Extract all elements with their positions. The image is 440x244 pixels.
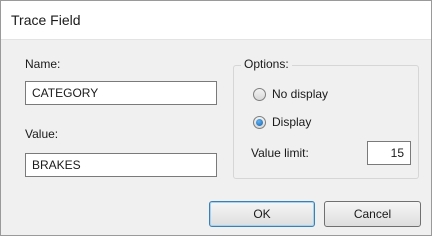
dialog-title: Trace Field — [11, 12, 81, 28]
options-legend: Options: — [241, 57, 292, 71]
value-limit-field[interactable]: 15 — [367, 141, 411, 165]
value-field[interactable]: BRAKES — [25, 153, 217, 177]
trace-field-dialog: Trace Field Name: CATEGORY Value: BRAKES… — [0, 0, 432, 236]
value-label: Value: — [25, 127, 59, 141]
display-radio[interactable]: Display — [253, 113, 311, 131]
no-display-radio[interactable]: No display — [253, 85, 328, 103]
no-display-label: No display — [272, 87, 329, 101]
cancel-button[interactable]: Cancel — [324, 201, 421, 227]
radio-checked-icon — [253, 115, 266, 129]
display-label: Display — [272, 115, 312, 129]
ok-button[interactable]: OK — [209, 201, 315, 227]
value-limit-label: Value limit: — [251, 146, 309, 160]
title-bar[interactable]: Trace Field — [1, 1, 431, 40]
radio-unchecked-icon — [253, 87, 266, 101]
name-label: Name: — [25, 57, 61, 71]
name-field[interactable]: CATEGORY — [25, 81, 217, 105]
